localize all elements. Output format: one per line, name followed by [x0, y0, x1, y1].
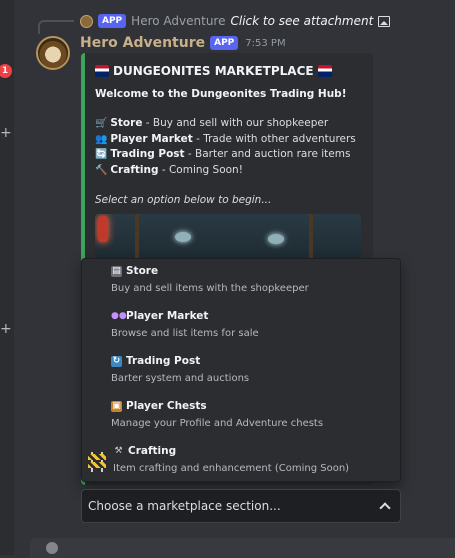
beam: [309, 214, 313, 262]
add-attachment-icon[interactable]: [46, 542, 58, 554]
option-label-text: Crafting: [128, 445, 177, 457]
option-label: ▤ Store: [111, 265, 158, 277]
option-crafting[interactable]: ⚒ Crafting Item crafting and enhancement …: [82, 439, 400, 483]
marketplace-dropdown-menu: ▤ Store Buy and sell items with the shopk…: [81, 258, 401, 482]
embed-line-store: 🛒 Store - Buy and sell with our shopkeep…: [95, 116, 367, 132]
hammer-icon: ⚒: [114, 445, 123, 456]
orb: [175, 232, 191, 242]
embed-item-label: Trading Post: [110, 148, 185, 160]
embed-title: DUNGEONITES MARKETPLACE: [95, 64, 332, 78]
trading-post-icon: ↻: [111, 355, 122, 367]
welcome-text: Welcome to the Dungeonites Trading Hub!: [95, 88, 347, 100]
option-label: ⚒ Crafting: [113, 445, 176, 457]
option-store[interactable]: ▤ Store Buy and sell items with the shopk…: [82, 259, 400, 303]
reply-preview[interactable]: APP Hero Adventure Click to see attachme…: [80, 12, 391, 30]
flag-icon: [317, 65, 332, 77]
option-description: Buy and sell items with the shopkeeper: [111, 283, 309, 294]
marketplace-select[interactable]: Choose a marketplace section...: [81, 489, 401, 523]
embed-item-label: Player Market: [110, 132, 193, 145]
select-placeholder: Choose a marketplace section...: [88, 499, 281, 513]
option-label: ▣ Player Chests: [111, 400, 207, 412]
dungeon-image[interactable]: [95, 214, 361, 262]
embed-item-desc: - Barter and auction rare items: [184, 148, 351, 160]
add-icon[interactable]: +: [0, 126, 12, 140]
embed-item-label: Store: [110, 117, 143, 129]
embed-footer-text: Select an option below to begin...: [95, 193, 272, 206]
option-trading-post[interactable]: ↻ Trading Post Barter system and auctions: [82, 349, 400, 393]
option-player-chests[interactable]: ▣ Player Chests Manage your Profile and A…: [82, 394, 400, 438]
option-label: ↻ Trading Post: [111, 355, 200, 367]
reply-author[interactable]: Hero Adventure: [131, 14, 225, 28]
message-composer[interactable]: [30, 538, 455, 558]
avatar[interactable]: [36, 36, 70, 70]
option-label: ●● Player Market: [111, 310, 208, 322]
bot-avatar-icon: [80, 14, 93, 28]
embed-item-desc: - Trade with other adventurers: [192, 132, 356, 145]
people-icon: 👥: [95, 133, 108, 145]
option-label-text: Player Chests: [126, 400, 207, 412]
embed-description: Welcome to the Dungeonites Trading Hub! …: [95, 87, 367, 207]
option-description: Manage your Profile and Adventure chests: [111, 418, 324, 429]
hammer-icon: 🔨: [95, 164, 108, 176]
option-label-text: Store: [126, 265, 159, 277]
embed-line-player-market: 👥 Player Market - Trade with other adven…: [95, 132, 367, 148]
timestamp: 7:53 PM: [245, 37, 286, 49]
author-name[interactable]: Hero Adventure: [80, 35, 205, 51]
construction-barrier-icon: [88, 452, 106, 472]
message-header: Hero Adventure APP 7:53 PM: [80, 35, 286, 51]
chevron-up-icon[interactable]: [379, 502, 391, 514]
embed-item-desc: - Coming Soon!: [158, 163, 243, 176]
server-sidebar: [0, 0, 14, 555]
option-description: Browse and list items for sale: [111, 328, 259, 339]
app-tag: APP: [210, 36, 239, 50]
option-description: Barter system and auctions: [111, 373, 250, 384]
reply-text[interactable]: Click to see attachment: [230, 14, 373, 28]
store-icon: ▤: [111, 265, 122, 277]
image-icon: [378, 15, 391, 27]
beam: [135, 214, 139, 262]
cart-icon: 🛒: [95, 118, 108, 129]
orb: [268, 234, 284, 244]
option-description: Item crafting and enhancement (Coming So…: [113, 463, 350, 474]
reply-connector: [38, 20, 74, 34]
embed-item-desc: - Buy and sell with our shopkeeper: [142, 117, 329, 129]
add-icon[interactable]: +: [0, 322, 12, 336]
flag-icon: [95, 65, 109, 77]
embed-line-crafting: 🔨 Crafting - Coming Soon!: [95, 163, 367, 179]
player-market-icon: ●●: [111, 310, 127, 321]
option-label-text: Player Market: [126, 310, 209, 322]
lantern: [98, 216, 108, 242]
app-tag: APP: [98, 14, 127, 28]
embed-item-label: Crafting: [110, 163, 159, 176]
chest-icon: ▣: [111, 400, 122, 412]
repeat-icon: 🔄: [95, 149, 108, 160]
embed-line-trading-post: 🔄 Trading Post - Barter and auction rare…: [95, 147, 367, 163]
embed-title-text: DUNGEONITES MARKETPLACE: [113, 64, 314, 78]
option-label-text: Trading Post: [126, 355, 201, 367]
option-player-market[interactable]: ●● Player Market Browse and list items fo…: [82, 304, 400, 348]
